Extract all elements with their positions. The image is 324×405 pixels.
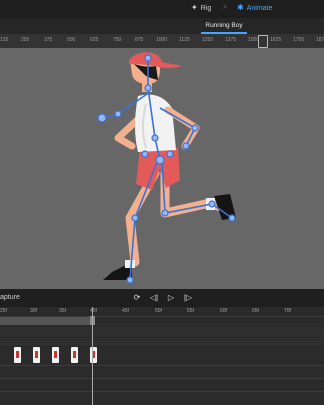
timeline-track[interactable] [0, 338, 324, 347]
document-tab[interactable]: Running Boy [201, 21, 247, 34]
keyframe[interactable] [71, 347, 78, 363]
animate-icon: ✱ [237, 3, 244, 12]
ruler-tick: 875 [135, 37, 144, 43]
ruler-tick: 750 [113, 37, 122, 43]
mode-rig-label: Rig [200, 4, 212, 12]
mode-animate[interactable]: ✱ Animate [237, 4, 272, 12]
keyframe[interactable] [52, 347, 59, 363]
timeline-tick: 65f [252, 308, 259, 314]
timeline-tick: 60f [220, 308, 227, 314]
ruler-tick: 125 [0, 37, 9, 43]
running-boy-character[interactable] [0, 48, 324, 289]
track-divider [0, 391, 324, 392]
keyframe[interactable] [33, 347, 40, 363]
timeline-tick: 35f [59, 308, 66, 314]
ruler-tick: 1250 [202, 37, 214, 43]
timeline-playhead[interactable] [92, 307, 93, 405]
timeline-tick: 25f [0, 308, 7, 314]
timeline-tick: 55f [187, 308, 194, 314]
play-button[interactable]: ▷ [165, 292, 177, 304]
next-frame-button[interactable]: |▷ [182, 292, 194, 304]
capture-label: apture [0, 294, 20, 301]
mode-rig[interactable]: ✦ Rig [191, 4, 211, 12]
rig-icon: ✦ [191, 3, 198, 12]
canvas-ruler: 125 250 375 500 625 750 875 1000 1125 12… [0, 34, 324, 49]
playback-bar: apture ⟳ ◁| ▷ |▷ [0, 289, 324, 307]
track-divider [0, 365, 324, 366]
keyframe[interactable] [14, 347, 21, 363]
animation-canvas[interactable] [0, 48, 324, 289]
ruler-tick: 1625 [270, 37, 282, 43]
timeline-tick: 30f [30, 308, 37, 314]
top-toolbar: ✦ Rig > ✱ Animate [0, 0, 324, 18]
previous-frame-button[interactable]: ◁| [148, 292, 160, 304]
timeline-range[interactable] [0, 317, 93, 325]
ruler-tick: 1375 [225, 37, 237, 43]
timeline-track[interactable] [0, 327, 324, 338]
track-divider [0, 378, 324, 379]
timeline-tick: 70f [284, 308, 291, 314]
ruler-tick: 1875 [316, 37, 324, 43]
ruler-tick: 500 [67, 37, 76, 43]
mode-separator: > [223, 4, 228, 11]
ruler-tick: 1750 [293, 37, 305, 43]
timeline-tick: 50f [155, 308, 162, 314]
timeline-tick: 45f [122, 308, 129, 314]
ruler-tick: 625 [90, 37, 99, 43]
timeline-ruler[interactable]: 25f 30f 35f 40f 45f 50f 55f 60f 65f 70f [0, 307, 324, 317]
ruler-tick: 1125 [179, 37, 190, 43]
mode-animate-label: Animate [246, 4, 273, 12]
ruler-tick: 375 [44, 37, 53, 43]
ruler-position-marker[interactable] [258, 35, 268, 48]
ruler-tick: 1000 [156, 37, 168, 43]
document-tabbar: Running Boy [0, 18, 324, 34]
loop-button[interactable]: ⟳ [131, 292, 143, 304]
ruler-tick: 250 [21, 37, 30, 43]
